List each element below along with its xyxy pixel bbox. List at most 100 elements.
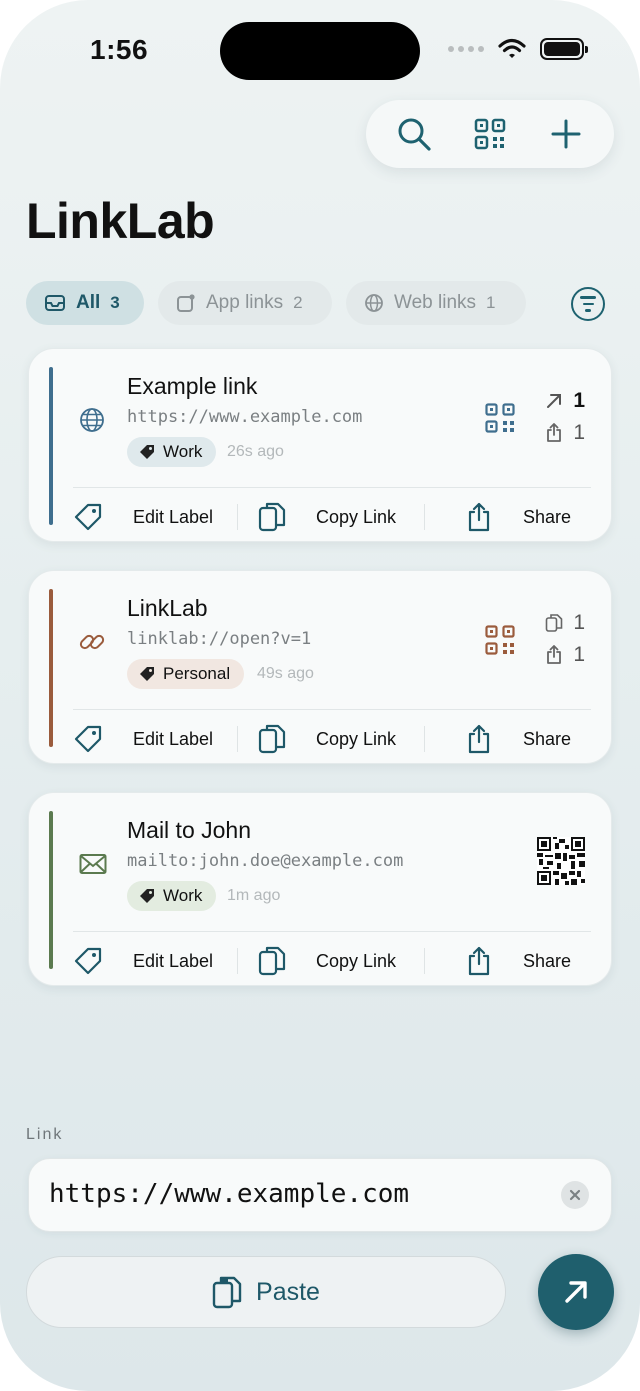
add-link-button[interactable] [544,112,588,156]
filter-chip-label: App links [206,292,284,313]
copy-link-button[interactable]: Copy Link [238,945,424,977]
card-url: linklab://open?v=1 [127,629,312,649]
card-stats: 1 1 [545,611,585,667]
qr-code-image[interactable] [537,837,585,885]
page-title: LinkLab [26,193,215,249]
tag-icon [140,445,154,459]
open-count: 1 [545,389,585,413]
tag-outline-icon [74,503,102,531]
edit-label-button[interactable]: Edit Label [73,946,237,976]
status-time: 1:56 [90,34,149,65]
tag-label: Work [163,886,203,905]
card-accent-bar [49,811,53,969]
filter-chip-label: Web links [394,292,477,313]
link-card[interactable]: Example link https://www.example.com Wor… [28,348,612,542]
tag-icon [140,667,154,681]
tag-badge: Work [127,881,217,911]
edit-label-button[interactable]: Edit Label [73,724,237,754]
sort-filter-button[interactable] [571,287,605,321]
tray-icon [45,295,65,311]
link-card[interactable]: Mail to John mailto:john.doe@example.com… [28,792,612,986]
dynamic-island [220,22,420,80]
card-timestamp: 26s ago [227,443,284,460]
share-icon [468,502,490,532]
card-actions: Edit Label Copy Link Share [73,495,591,539]
plus-icon [551,119,581,149]
qr-code-icon [474,118,506,150]
copy-icon [258,724,286,754]
qr-code-icon[interactable] [485,625,515,655]
globe-icon [365,294,383,312]
card-accent-bar [49,589,53,747]
divider [73,931,591,932]
link-icon [79,634,105,650]
envelope-icon [79,854,107,874]
qr-code-icon[interactable] [485,403,515,433]
share-icon [547,423,562,442]
tag-badge: Work [127,437,217,467]
filter-chips: All 3 App links 2 Web links 1 [26,281,526,325]
filter-chip-count: 1 [486,293,496,312]
copy-count: 1 [545,611,585,635]
card-url: https://www.example.com [127,407,363,427]
paste-button-label: Paste [256,1277,320,1306]
copy-link-button[interactable]: Copy Link [238,501,424,533]
search-button[interactable] [392,112,436,156]
share-button[interactable]: Share [425,502,571,532]
status-icons [448,38,588,60]
tag-icon [140,889,154,903]
share-button[interactable]: Share [425,946,571,976]
share-icon [468,724,490,754]
card-url: mailto:john.doe@example.com [127,851,404,871]
top-toolbar [366,100,614,168]
share-button[interactable]: Share [425,724,571,754]
link-input[interactable]: https://www.example.com [28,1158,612,1232]
divider [73,709,591,710]
paste-button[interactable]: Paste [26,1256,506,1328]
divider [73,487,591,488]
copy-icon [546,614,563,632]
share-count: 1 [545,643,585,667]
card-actions: Edit Label Copy Link Share [73,717,591,761]
phone-screen: 1:56 LinkLab All 3 App links 2 Web links… [0,0,640,1391]
filter-chip-label: All [76,292,101,313]
share-icon [468,946,490,976]
globe-icon [80,408,104,432]
close-icon [569,1189,581,1201]
filter-chip-app-links[interactable]: App links 2 [158,281,332,325]
tag-badge: Personal [127,659,245,689]
tag-outline-icon [74,725,102,753]
card-timestamp: 49s ago [257,665,314,682]
clear-input-button[interactable] [561,1181,589,1209]
card-title: Mail to John [127,817,252,843]
card-title: LinkLab [127,595,208,621]
copy-icon [258,946,286,976]
copy-link-button[interactable]: Copy Link [238,723,424,755]
tag-label: Personal [163,664,231,683]
card-accent-bar [49,367,53,525]
signal-dots-icon [448,46,484,52]
edit-label-button[interactable]: Edit Label [73,502,237,532]
tag-label: Work [163,442,203,461]
copy-icon [258,502,286,532]
card-stats: 1 1 [545,389,585,445]
link-field-label: Link [26,1126,64,1143]
filter-chip-count: 3 [110,293,120,312]
wifi-icon [498,38,526,58]
qr-scan-button[interactable] [468,112,512,156]
filter-icon [580,296,596,299]
search-icon [398,118,431,151]
filter-chip-count: 2 [293,293,303,312]
card-title: Example link [127,373,258,399]
arrow-up-right-icon [547,394,562,408]
link-card[interactable]: LinkLab linklab://open?v=1 Personal 49s … [28,570,612,764]
share-count: 1 [545,421,585,445]
arrow-up-right-icon [565,1281,587,1303]
open-link-button[interactable] [538,1254,614,1330]
filter-chip-web-links[interactable]: Web links 1 [346,281,526,325]
app-icon [177,294,195,312]
clipboard-icon [212,1276,242,1309]
card-timestamp: 1m ago [227,887,281,904]
filter-chip-all[interactable]: All 3 [26,281,144,325]
battery-icon [540,38,588,60]
